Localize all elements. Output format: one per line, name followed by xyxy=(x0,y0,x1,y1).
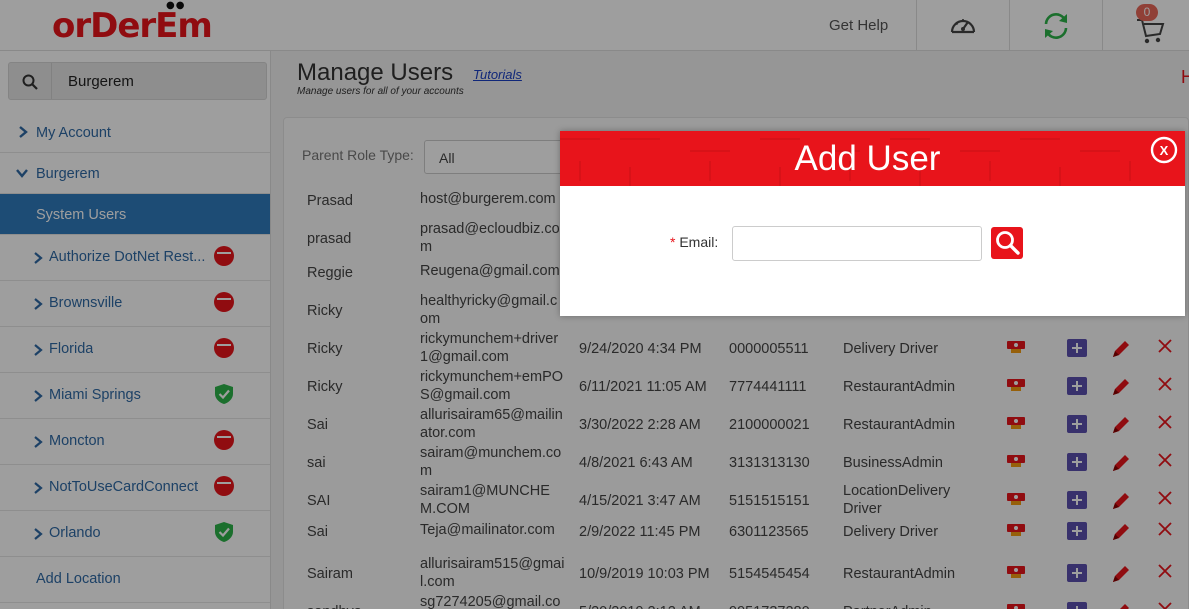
email-label-text: Email: xyxy=(679,234,719,250)
email-field[interactable] xyxy=(732,226,982,261)
email-search-button[interactable] xyxy=(991,227,1023,259)
required-marker: * xyxy=(670,234,676,250)
modal-header: Add User X xyxy=(560,131,1185,186)
add-user-modal: Add User X * Email: xyxy=(560,131,1185,316)
search-icon xyxy=(996,231,1020,255)
modal-title: Add User xyxy=(794,139,941,178)
close-label: X xyxy=(1160,143,1169,158)
close-icon[interactable]: X xyxy=(1150,136,1178,164)
email-label: * Email: xyxy=(670,234,718,250)
